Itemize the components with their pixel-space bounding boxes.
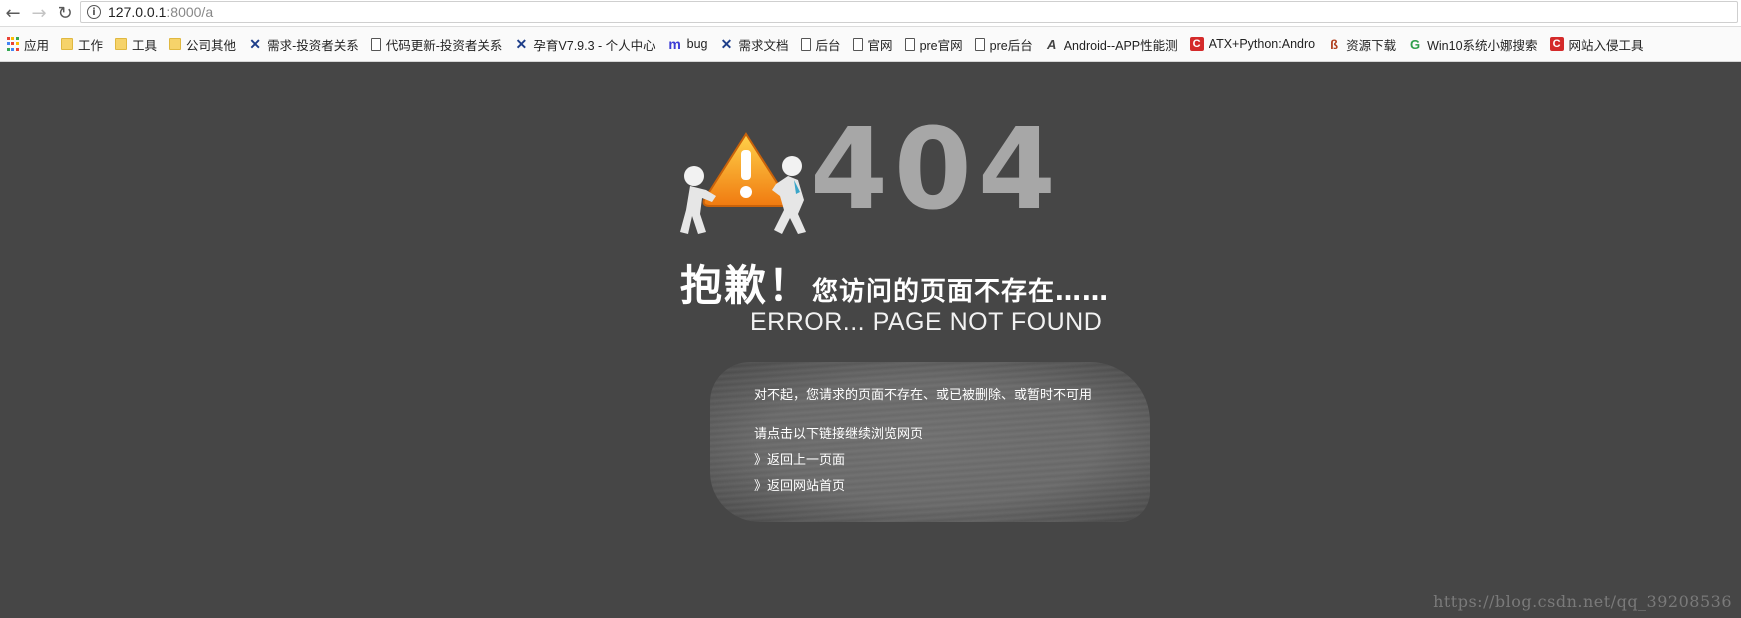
back-link[interactable]: 》返回上一页面 xyxy=(754,449,1092,468)
watermark: https://blog.csdn.net/qq_39208536 xyxy=(1433,592,1732,611)
url-path: :8000/a xyxy=(166,4,214,20)
m-logo-icon: m xyxy=(668,37,681,51)
home-link[interactable]: 》返回网站首页 xyxy=(754,475,1092,494)
url-host: 127.0.0.1 xyxy=(108,4,167,20)
bookmark-label: 代码更新-投资者关系 xyxy=(385,38,503,53)
x-logo-icon: ✕ xyxy=(515,35,528,52)
apps-icon xyxy=(6,37,19,51)
c-logo-icon: C xyxy=(1549,37,1564,51)
bookmark-item[interactable]: ✕ 需求-投资者关系 xyxy=(248,35,359,54)
bookmark-label: 后台 xyxy=(815,38,841,53)
c-logo-icon: C xyxy=(1189,37,1204,51)
bookmark-label: 官网 xyxy=(867,38,893,53)
bookmark-label: 资源下载 xyxy=(1346,38,1397,53)
bookmark-label: 孕育V7.9.3 - 个人中心 xyxy=(533,38,656,53)
b-logo-icon: ß xyxy=(1330,36,1339,52)
error-code: 404 xyxy=(810,105,1062,235)
bookmark-item[interactable]: 公司其他 xyxy=(169,35,236,54)
bookmark-label: 需求-投资者关系 xyxy=(267,38,359,53)
bookmark-item[interactable]: C 网站入侵工具 xyxy=(1549,35,1644,54)
sorry-heading: 抱歉！您访问的页面不存在…… xyxy=(680,252,1109,313)
bookmark-item[interactable]: 工作 xyxy=(61,35,103,54)
folder-icon xyxy=(61,38,74,50)
error-hero: 404 抱歉！您访问的页面不存在…… ERROR... PAGE NOT FOU… xyxy=(680,114,1240,350)
back-arrow-icon[interactable]: ← xyxy=(0,0,26,26)
bookmark-item[interactable]: 官网 xyxy=(852,35,893,54)
sorry-small-text: 您访问的页面不存在…… xyxy=(812,277,1110,307)
error-message: 对不起，您请求的页面不存在、或已被删除、或暂时不可用 xyxy=(754,388,1093,403)
x-logo-icon: ✕ xyxy=(720,35,733,52)
bookmark-item[interactable]: m bug xyxy=(668,37,708,51)
page-icon xyxy=(852,37,863,51)
page-icon xyxy=(800,37,811,51)
bookmark-label: pre后台 xyxy=(989,38,1033,53)
page-icon xyxy=(370,37,381,51)
forward-arrow-icon[interactable]: → xyxy=(26,0,52,26)
browser-toolbar: ← → ↻ i 127.0.0.1 :8000/a xyxy=(0,0,1741,27)
bookmark-item[interactable]: A Android--APP性能测 xyxy=(1045,35,1178,54)
bookmark-item[interactable]: pre官网 xyxy=(904,35,963,54)
bookmark-item[interactable]: pre后台 xyxy=(974,35,1033,54)
bookmark-item[interactable]: 代码更新-投资者关系 xyxy=(370,35,503,54)
folder-icon xyxy=(115,38,128,50)
bookmark-label: ATX+Python:Andro xyxy=(1208,37,1316,51)
warning-sign-figures-icon xyxy=(680,132,806,234)
bookmark-label: 工具 xyxy=(132,38,158,53)
bookmark-item[interactable]: 工具 xyxy=(115,35,157,54)
page-icon xyxy=(904,37,915,51)
bookmark-item[interactable]: ß 资源下载 xyxy=(1327,35,1396,54)
a-logo-icon: A xyxy=(1047,36,1057,52)
page-icon xyxy=(974,37,985,51)
sorry-big-text: 抱歉！ xyxy=(680,261,813,310)
continue-hint: 请点击以下链接继续浏览网页 xyxy=(754,427,924,442)
g-logo-icon: G xyxy=(1410,36,1421,52)
folder-icon xyxy=(169,38,182,50)
bookmark-label: 应用 xyxy=(24,38,50,53)
bookmark-label: bug xyxy=(686,37,708,51)
reload-icon[interactable]: ↻ xyxy=(52,0,78,26)
bookmark-item[interactable]: ✕ 孕育V7.9.3 - 个人中心 xyxy=(514,35,656,54)
bookmark-label: Win10系统小娜搜索 xyxy=(1427,38,1538,53)
bookmark-label: pre官网 xyxy=(919,38,963,53)
bookmark-item[interactable]: C ATX+Python:Andro xyxy=(1189,37,1316,51)
bookmark-label: 公司其他 xyxy=(186,38,237,53)
bookmark-item[interactable]: 后台 xyxy=(800,35,841,54)
bookmark-item[interactable]: ✕ 需求文档 xyxy=(720,35,789,54)
bookmark-label: Android--APP性能测 xyxy=(1063,38,1178,53)
bookmark-item[interactable]: 应用 xyxy=(6,35,49,54)
bookmark-label: 网站入侵工具 xyxy=(1568,38,1644,53)
bookmark-label: 需求文档 xyxy=(738,38,789,53)
bookmarks-bar: 应用 工作 工具 公司其他 ✕ 需求-投资者关系 代码更新-投资者关系 ✕ 孕育V7.9.3 -… xyxy=(0,27,1741,62)
error-message-box: 对不起，您请求的页面不存在、或已被删除、或暂时不可用 请点击以下链接继续浏览网页… xyxy=(754,384,1092,494)
bookmark-item[interactable]: G Win10系统小娜搜索 xyxy=(1408,35,1538,54)
info-icon[interactable]: i xyxy=(87,5,101,19)
address-bar[interactable]: i 127.0.0.1 :8000/a xyxy=(80,1,1738,23)
error-subtitle: ERROR... PAGE NOT FOUND xyxy=(750,308,1103,336)
x-logo-icon: ✕ xyxy=(249,35,261,52)
bookmark-label: 工作 xyxy=(78,38,104,53)
